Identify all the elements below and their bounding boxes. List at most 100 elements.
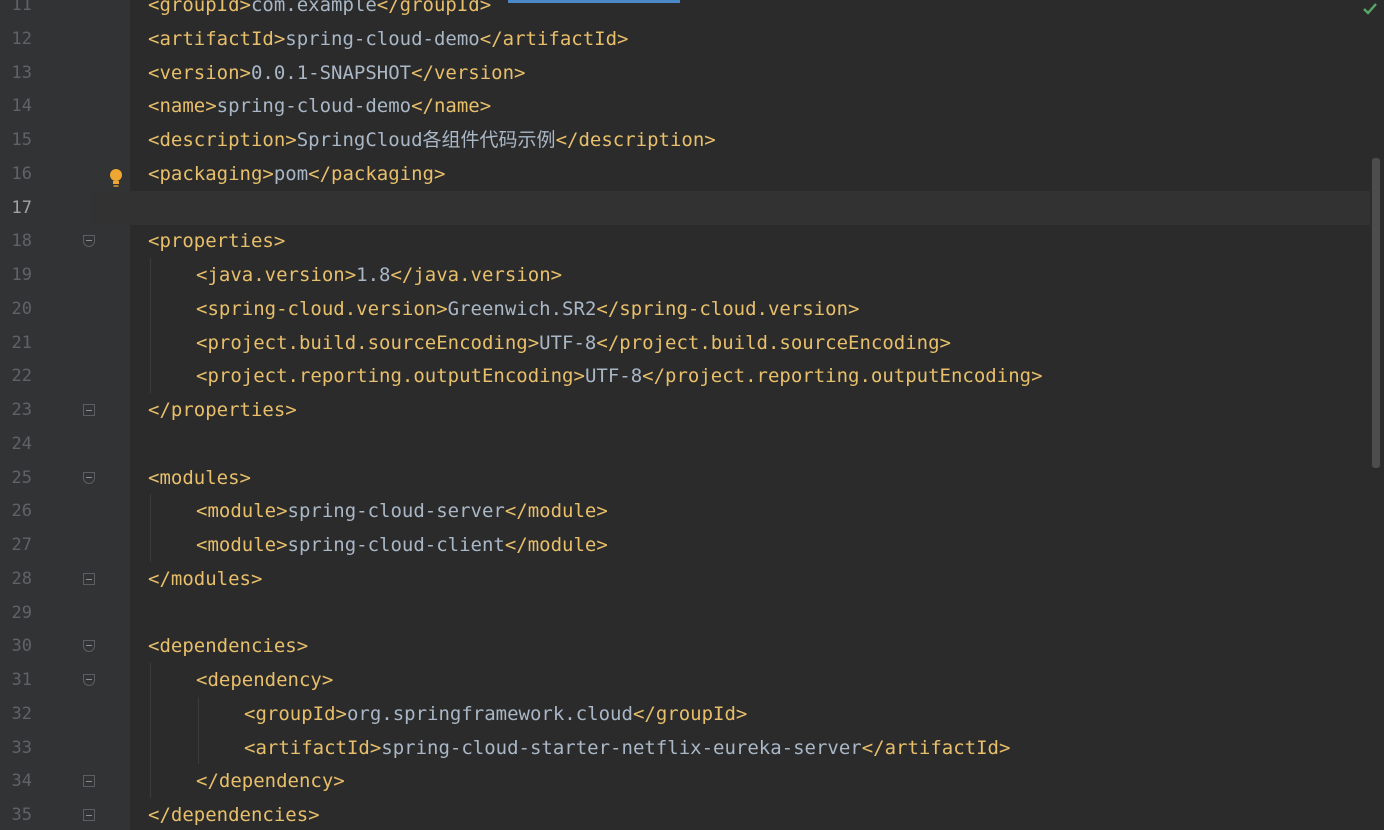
xml-tag: </groupId> <box>632 702 748 725</box>
xml-text: spring-cloud-client <box>287 534 505 556</box>
fold-collapse-icon[interactable] <box>83 775 95 788</box>
lightbulb-icon[interactable] <box>108 168 124 188</box>
xml-tag: <dependency> <box>196 669 334 691</box>
code-line[interactable]: <spring-cloud.version>Greenwich.SR2</spr… <box>196 292 860 326</box>
line-number: 28 <box>11 568 32 589</box>
xml-tag: </project.reporting.outputEncoding> <box>642 365 1043 388</box>
line-number: 32 <box>11 703 32 724</box>
code-line[interactable]: <name>spring-cloud-demo</name> <box>148 89 491 123</box>
vertical-scrollbar-thumb[interactable] <box>1372 158 1380 468</box>
code-area[interactable]: <groupId>com.example</groupId> <artifactI… <box>130 0 1370 830</box>
xml-tag: <packaging> <box>148 162 274 185</box>
xml-tag: </name> <box>411 95 492 118</box>
line-number: 19 <box>11 265 32 285</box>
xml-tag: <groupId> <box>148 0 251 16</box>
line-number: 30 <box>11 636 32 657</box>
line-number: 12 <box>11 28 32 49</box>
code-editor[interactable]: <groupId>com.example</groupId> <artifactI… <box>0 0 1384 830</box>
line-number: 25 <box>11 467 32 488</box>
xml-tag: </packaging> <box>308 162 446 185</box>
progress-indicator <box>508 0 680 3</box>
code-line[interactable]: </dependencies> <box>148 798 320 830</box>
fold-expand-icon[interactable] <box>83 674 95 686</box>
line-number: 24 <box>11 433 32 454</box>
line-number: 11 <box>11 0 32 15</box>
xml-tag: <dependencies> <box>148 635 309 658</box>
xml-tag: <project.reporting.outputEncoding> <box>196 365 585 388</box>
indent-guide <box>198 696 199 765</box>
xml-text: pom <box>273 162 309 185</box>
line-number: 33 <box>11 737 32 758</box>
xml-tag: </dependency> <box>196 770 345 793</box>
line-number: 13 <box>11 62 32 83</box>
xml-text: 1.8 <box>356 264 391 286</box>
code-line[interactable]: <version>0.0.1-SNAPSHOT</version> <box>148 56 526 90</box>
fold-collapse-icon[interactable] <box>83 572 95 585</box>
xml-text: spring-cloud-server <box>287 500 505 523</box>
code-line[interactable]: <packaging>pom</packaging> <box>148 157 445 191</box>
xml-tag: </dependencies> <box>148 804 320 826</box>
code-line[interactable]: <groupId>com.example</groupId> <box>148 0 491 22</box>
xml-tag: <artifactId> <box>244 736 382 759</box>
line-number: 16 <box>11 163 32 184</box>
code-line[interactable]: <project.build.sourceEncoding>UTF-8</pro… <box>196 326 951 360</box>
xml-text: 0.0.1-SNAPSHOT <box>250 61 412 84</box>
xml-tag: </description> <box>555 129 716 151</box>
xml-text: UTF-8 <box>584 365 643 388</box>
line-number: 31 <box>11 670 32 690</box>
line-number: 35 <box>11 805 32 825</box>
code-line[interactable]: <java.version>1.8</java.version> <box>196 258 562 292</box>
xml-text: UTF-8 <box>539 331 597 354</box>
code-line[interactable]: <dependencies> <box>148 629 308 663</box>
line-number: 34 <box>11 771 32 792</box>
xml-tag: </properties> <box>148 399 297 421</box>
xml-tag: <properties> <box>148 230 286 253</box>
xml-tag: <artifactId> <box>148 27 286 50</box>
line-number: 22 <box>11 366 32 387</box>
line-number: 18 <box>11 231 32 252</box>
xml-tag: <module> <box>196 534 288 556</box>
xml-tag: <groupId> <box>244 702 347 725</box>
checkmark-icon[interactable] <box>1362 2 1378 16</box>
xml-text: spring-cloud-starter-netflix-eureka-serv… <box>381 736 862 759</box>
xml-tag: <module> <box>196 500 288 523</box>
line-number: 14 <box>11 96 32 117</box>
fold-collapse-icon[interactable] <box>83 809 95 821</box>
xml-tag: </artifactId> <box>861 736 1011 759</box>
code-line[interactable]: <description>SpringCloud各组件代码示例</descrip… <box>148 123 716 157</box>
code-line[interactable]: <project.reporting.outputEncoding>UTF-8<… <box>196 359 1043 393</box>
xml-tag: <version> <box>148 61 251 84</box>
xml-tag: </spring-cloud.version> <box>596 297 860 320</box>
code-line[interactable]: <dependency> <box>196 663 333 697</box>
xml-text: spring-cloud-demo <box>285 27 480 50</box>
line-number: 21 <box>11 332 32 353</box>
line-number: 17 <box>11 197 32 218</box>
code-line[interactable]: <properties> <box>148 224 285 258</box>
xml-tag: </artifactId> <box>479 27 629 50</box>
code-line[interactable]: <artifactId>spring-cloud-demo</artifactI… <box>148 22 628 56</box>
code-line[interactable]: </properties> <box>148 393 297 427</box>
xml-text: org.springframework.cloud <box>346 702 633 725</box>
xml-tag: <name> <box>148 95 217 118</box>
fold-expand-icon[interactable] <box>83 471 95 484</box>
code-line[interactable]: <groupId>org.springframework.cloud</grou… <box>244 697 747 731</box>
indent-guide <box>150 494 151 562</box>
xml-text: SpringCloud各组件代码示例 <box>296 129 556 151</box>
xml-tag: <description> <box>148 129 297 151</box>
code-line[interactable]: </modules> <box>148 562 262 596</box>
code-line[interactable]: <artifactId>spring-cloud-starter-netflix… <box>244 731 1010 765</box>
indent-guide <box>150 663 151 798</box>
line-number: 29 <box>11 602 32 623</box>
xml-tag: <project.build.sourceEncoding> <box>196 331 540 354</box>
code-line[interactable]: <modules> <box>148 461 251 495</box>
xml-tag: <spring-cloud.version> <box>196 297 448 320</box>
xml-text: Greenwich.SR2 <box>447 297 597 320</box>
fold-collapse-icon[interactable] <box>83 404 95 416</box>
code-line[interactable]: <module>spring-cloud-client</module> <box>196 528 608 562</box>
line-number: 23 <box>11 400 32 420</box>
xml-tag: </module> <box>504 500 608 523</box>
indent-guide <box>150 258 151 393</box>
code-line[interactable]: </dependency> <box>196 764 345 798</box>
code-line[interactable]: <module>spring-cloud-server</module> <box>196 494 608 528</box>
xml-tag: </java.version> <box>390 264 563 286</box>
